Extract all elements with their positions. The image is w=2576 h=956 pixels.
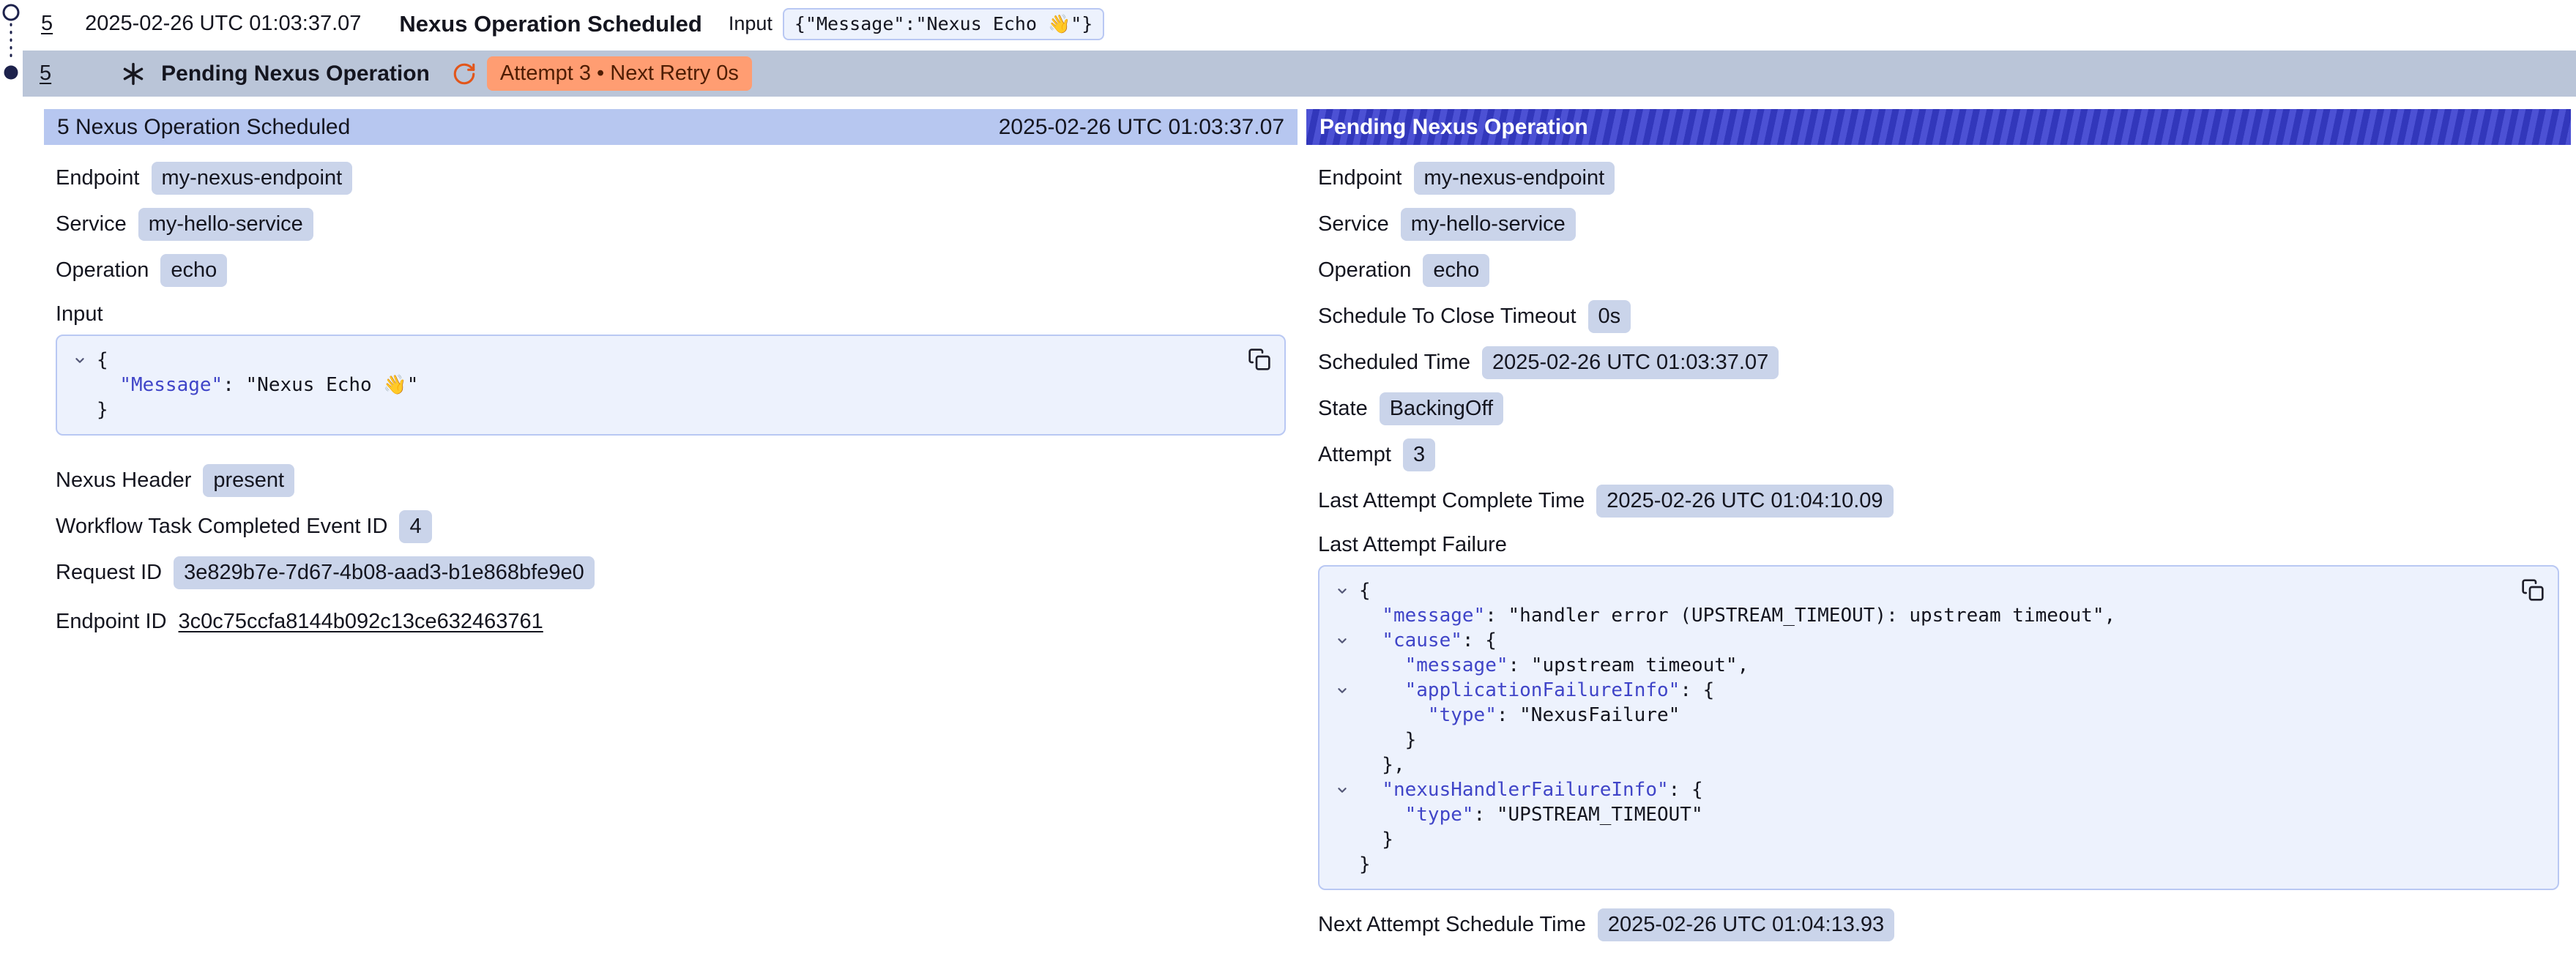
event-id-link[interactable]: 5 bbox=[41, 12, 53, 36]
attempt-label: Attempt bbox=[1318, 443, 1391, 467]
schedule-to-close-label: Schedule To Close Timeout bbox=[1318, 305, 1577, 329]
nexus-header-label: Nexus Header bbox=[56, 468, 191, 493]
pending-panel-header: Pending Nexus Operation bbox=[1306, 109, 2571, 145]
input-section-label: Input bbox=[56, 294, 1286, 335]
last-attempt-failure-label: Last Attempt Failure bbox=[1318, 524, 2559, 565]
state-value-badge: BackingOff bbox=[1380, 392, 1503, 425]
nexus-asterisk-icon bbox=[122, 62, 145, 86]
json-line: { bbox=[63, 348, 1270, 373]
event-detail-panels: 5 Nexus Operation Scheduled 2025-02-26 U… bbox=[44, 109, 2576, 944]
collapse-chevron-icon[interactable] bbox=[1325, 583, 1359, 599]
pending-panel-body: Endpoint my-nexus-endpoint Service my-he… bbox=[1306, 145, 2571, 948]
service-value-badge: my-hello-service bbox=[138, 208, 313, 241]
pending-panel-title: Pending Nexus Operation bbox=[1319, 115, 1588, 140]
attempt-row: Attempt 3 bbox=[1318, 432, 2559, 478]
endpoint-value-badge: my-nexus-endpoint bbox=[1414, 162, 1615, 195]
pending-event-id-link[interactable]: 5 bbox=[40, 61, 51, 86]
endpoint-id-label: Endpoint ID bbox=[56, 610, 167, 634]
operation-row: Operation echo bbox=[56, 247, 1286, 294]
endpoint-id-row: Endpoint ID 3c0c75ccfa8144b092c13ce63246… bbox=[56, 596, 1286, 647]
json-line: "cause": { bbox=[1325, 628, 2543, 653]
event-timeline[interactable] bbox=[0, 0, 26, 102]
service-label: Service bbox=[56, 212, 127, 236]
next-attempt-schedule-value-badge: 2025-02-26 UTC 01:04:13.93 bbox=[1598, 908, 1894, 941]
request-id-value-badge: 3e829b7e-7d67-4b08-aad3-b1e868bfe9e0 bbox=[174, 556, 595, 589]
json-line: }, bbox=[1325, 753, 2543, 777]
scheduled-event-panel: 5 Nexus Operation Scheduled 2025-02-26 U… bbox=[44, 109, 1298, 944]
json-line: } bbox=[1325, 728, 2543, 753]
json-line: } bbox=[63, 397, 1270, 422]
operation-value-badge: echo bbox=[160, 254, 227, 287]
copy-icon[interactable] bbox=[2518, 575, 2547, 605]
last-attempt-complete-label: Last Attempt Complete Time bbox=[1318, 489, 1585, 513]
endpoint-value-badge: my-nexus-endpoint bbox=[152, 162, 353, 195]
json-line: "message": "handler error (UPSTREAM_TIME… bbox=[1325, 603, 2543, 628]
json-line: "type": "NexusFailure" bbox=[1325, 703, 2543, 728]
schedule-to-close-row: Schedule To Close Timeout 0s bbox=[1318, 294, 2559, 340]
nexus-header-row: Nexus Header present bbox=[56, 458, 1286, 504]
pending-operation-title: Pending Nexus Operation bbox=[161, 61, 430, 86]
retry-icon bbox=[452, 61, 477, 86]
state-label: State bbox=[1318, 397, 1368, 421]
input-label: Input bbox=[729, 12, 773, 35]
operation-row: Operation echo bbox=[1318, 247, 2559, 294]
workflow-task-completed-value-badge: 4 bbox=[399, 510, 431, 543]
collapse-chevron-icon[interactable] bbox=[1325, 682, 1359, 698]
scheduled-time-row: Scheduled Time 2025-02-26 UTC 01:03:37.0… bbox=[1318, 340, 2559, 386]
json-line: "type": "UPSTREAM_TIMEOUT" bbox=[1325, 802, 2543, 827]
operation-label: Operation bbox=[1318, 258, 1411, 283]
attempt-retry-badge: Attempt 3 • Next Retry 0s bbox=[487, 56, 752, 91]
failure-json-viewer: { "message": "handler error (UPSTREAM_TI… bbox=[1318, 565, 2559, 890]
json-line: "applicationFailureInfo": { bbox=[1325, 678, 2543, 703]
timeline-node-outline[interactable] bbox=[4, 5, 18, 20]
state-row: State BackingOff bbox=[1318, 386, 2559, 432]
last-attempt-complete-value-badge: 2025-02-26 UTC 01:04:10.09 bbox=[1596, 485, 1893, 518]
timeline-node-dot[interactable] bbox=[4, 66, 18, 80]
next-attempt-schedule-label: Next Attempt Schedule Time bbox=[1318, 913, 1586, 937]
collapse-chevron-icon[interactable] bbox=[1325, 632, 1359, 649]
service-value-badge: my-hello-service bbox=[1401, 208, 1576, 241]
json-line: } bbox=[1325, 852, 2543, 877]
endpoint-row: Endpoint my-nexus-endpoint bbox=[56, 155, 1286, 201]
scheduled-panel-body: Endpoint my-nexus-endpoint Service my-he… bbox=[44, 145, 1298, 944]
scheduled-panel-title: 5 Nexus Operation Scheduled bbox=[57, 115, 350, 140]
input-preview-chip: {"Message":"Nexus Echo 👋"} bbox=[783, 8, 1104, 40]
workflow-task-completed-row: Workflow Task Completed Event ID 4 bbox=[56, 504, 1286, 550]
event-timestamp: 2025-02-26 UTC 01:03:37.07 bbox=[85, 12, 361, 36]
event-title: Nexus Operation Scheduled bbox=[399, 11, 701, 37]
service-label: Service bbox=[1318, 212, 1389, 236]
json-line: "nexusHandlerFailureInfo": { bbox=[1325, 777, 2543, 802]
json-line: { bbox=[1325, 578, 2543, 603]
endpoint-label: Endpoint bbox=[1318, 166, 1402, 190]
request-id-label: Request ID bbox=[56, 561, 162, 585]
collapse-chevron-icon[interactable] bbox=[63, 352, 97, 368]
service-row: Service my-hello-service bbox=[56, 201, 1286, 247]
operation-label: Operation bbox=[56, 258, 149, 283]
collapse-chevron-icon[interactable] bbox=[1325, 782, 1359, 798]
schedule-to-close-value-badge: 0s bbox=[1588, 300, 1631, 333]
event-summary-row[interactable]: 5 2025-02-26 UTC 01:03:37.07 Nexus Opera… bbox=[0, 0, 2576, 48]
endpoint-id-link[interactable]: 3c0c75ccfa8144b092c13ce632463761 bbox=[179, 610, 543, 634]
json-line: "message": "upstream timeout", bbox=[1325, 653, 2543, 678]
nexus-header-value-badge: present bbox=[203, 464, 294, 497]
operation-value-badge: echo bbox=[1423, 254, 1489, 287]
input-json-viewer: { "Message": "Nexus Echo 👋" } bbox=[56, 335, 1286, 436]
pending-operation-panel: Pending Nexus Operation Endpoint my-nexu… bbox=[1306, 109, 2571, 944]
pending-operation-row[interactable]: 5 Pending Nexus Operation Attempt 3 • Ne… bbox=[23, 51, 2576, 97]
endpoint-label: Endpoint bbox=[56, 166, 140, 190]
attempt-value-badge: 3 bbox=[1403, 438, 1435, 471]
last-attempt-complete-row: Last Attempt Complete Time 2025-02-26 UT… bbox=[1318, 478, 2559, 524]
endpoint-row: Endpoint my-nexus-endpoint bbox=[1318, 155, 2559, 201]
next-attempt-schedule-row: Next Attempt Schedule Time 2025-02-26 UT… bbox=[1318, 902, 2559, 948]
service-row: Service my-hello-service bbox=[1318, 201, 2559, 247]
json-line: "Message": "Nexus Echo 👋" bbox=[63, 373, 1270, 397]
workflow-task-completed-label: Workflow Task Completed Event ID bbox=[56, 515, 387, 539]
scheduled-panel-time: 2025-02-26 UTC 01:03:37.07 bbox=[999, 115, 1284, 140]
copy-icon[interactable] bbox=[1245, 345, 1274, 374]
json-line: } bbox=[1325, 827, 2543, 852]
scheduled-time-label: Scheduled Time bbox=[1318, 351, 1470, 375]
scheduled-panel-header: 5 Nexus Operation Scheduled 2025-02-26 U… bbox=[44, 109, 1298, 145]
scheduled-time-value-badge: 2025-02-26 UTC 01:03:37.07 bbox=[1482, 346, 1779, 379]
request-id-row: Request ID 3e829b7e-7d67-4b08-aad3-b1e86… bbox=[56, 550, 1286, 596]
